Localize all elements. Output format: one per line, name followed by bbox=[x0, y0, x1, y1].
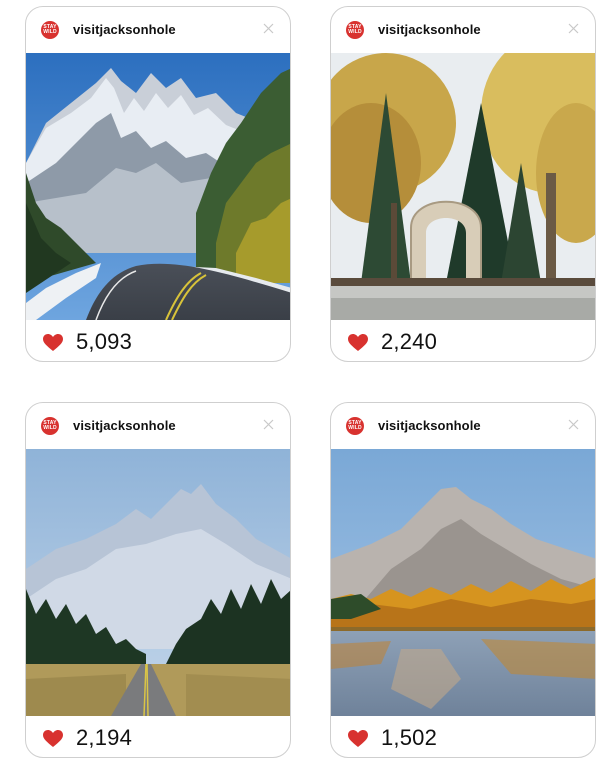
post-header: STAY WILD visitjacksonhole bbox=[26, 403, 290, 449]
like-count: 1,502 bbox=[381, 725, 438, 750]
avatar[interactable]: STAY WILD bbox=[41, 21, 59, 39]
post-header: STAY WILD visitjacksonhole bbox=[26, 7, 290, 53]
avatar-label: STAY WILD bbox=[43, 420, 57, 431]
photo-teton-highway bbox=[26, 449, 290, 716]
post-card[interactable]: STAY WILD visitjacksonhole bbox=[330, 6, 596, 362]
post-photo[interactable] bbox=[331, 53, 595, 320]
avatar-label: STAY WILD bbox=[348, 24, 362, 35]
photo-mountain-lake bbox=[331, 449, 595, 716]
close-icon[interactable] bbox=[568, 419, 579, 430]
avatar[interactable]: STAY WILD bbox=[41, 417, 59, 435]
avatar-label: STAY WILD bbox=[348, 420, 362, 431]
post-card[interactable]: STAY WILD visitjacksonhole bbox=[330, 402, 596, 758]
heart-icon[interactable] bbox=[43, 730, 63, 748]
post-photo[interactable] bbox=[26, 53, 290, 320]
username-link[interactable]: visitjacksonhole bbox=[73, 22, 176, 37]
like-count: 5,093 bbox=[76, 329, 133, 354]
post-footer: 1,502 bbox=[331, 716, 595, 757]
avatar[interactable]: STAY WILD bbox=[346, 417, 364, 435]
post-card[interactable]: STAY WILD visitjacksonhole bbox=[25, 402, 291, 758]
close-icon[interactable] bbox=[568, 23, 579, 34]
username-link[interactable]: visitjacksonhole bbox=[378, 22, 481, 37]
heart-icon[interactable] bbox=[348, 334, 368, 352]
post-footer: 5,093 bbox=[26, 320, 290, 361]
avatar-label: STAY WILD bbox=[43, 24, 57, 35]
close-icon[interactable] bbox=[263, 419, 274, 430]
post-photo[interactable] bbox=[331, 449, 595, 716]
close-icon[interactable] bbox=[263, 23, 274, 34]
avatar[interactable]: STAY WILD bbox=[346, 21, 364, 39]
heart-icon[interactable] bbox=[43, 334, 63, 352]
post-header: STAY WILD visitjacksonhole bbox=[331, 403, 595, 449]
like-count: 2,240 bbox=[381, 329, 438, 354]
like-count: 2,194 bbox=[76, 725, 133, 750]
post-footer: 2,194 bbox=[26, 716, 290, 757]
post-photo[interactable] bbox=[26, 449, 290, 716]
username-link[interactable]: visitjacksonhole bbox=[73, 418, 176, 433]
post-header: STAY WILD visitjacksonhole bbox=[331, 7, 595, 53]
username-link[interactable]: visitjacksonhole bbox=[378, 418, 481, 433]
photo-mountain-road bbox=[26, 53, 290, 320]
post-footer: 2,240 bbox=[331, 320, 595, 361]
photo-antler-arch bbox=[331, 53, 595, 320]
post-card[interactable]: STAY WILD visitjacksonhole bbox=[25, 6, 291, 362]
heart-icon[interactable] bbox=[348, 730, 368, 748]
